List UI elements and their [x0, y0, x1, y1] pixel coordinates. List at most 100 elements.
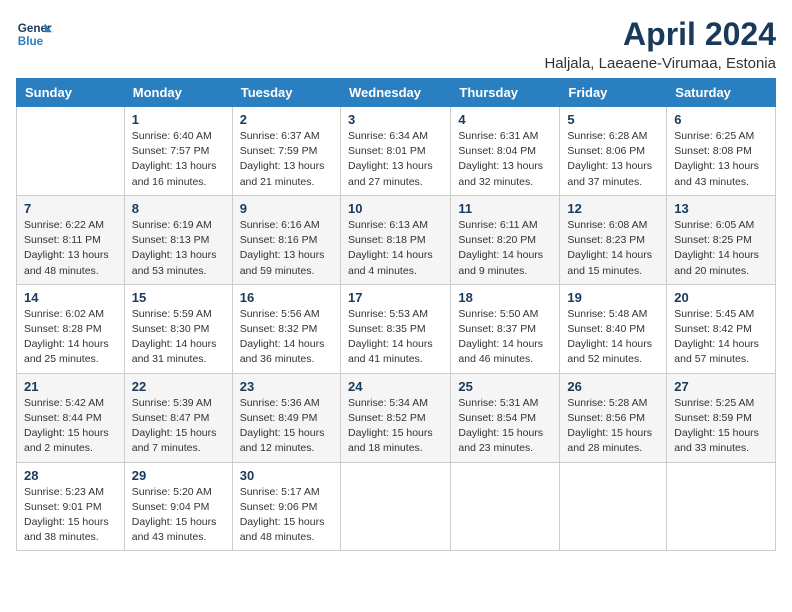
calendar-cell: 13 Sunrise: 6:05 AM Sunset: 8:25 PM Dayli… — [667, 195, 776, 284]
day-info: Sunrise: 5:23 AM Sunset: 9:01 PM Dayligh… — [24, 485, 117, 546]
column-header-wednesday: Wednesday — [340, 79, 450, 107]
day-info: Sunrise: 5:50 AM Sunset: 8:37 PM Dayligh… — [458, 307, 552, 368]
day-number: 17 — [348, 290, 443, 305]
calendar-cell: 22 Sunrise: 5:39 AM Sunset: 8:47 PM Dayli… — [124, 373, 232, 462]
calendar-cell: 25 Sunrise: 5:31 AM Sunset: 8:54 PM Dayli… — [451, 373, 560, 462]
day-number: 23 — [240, 379, 333, 394]
day-info: Sunrise: 6:19 AM Sunset: 8:13 PM Dayligh… — [132, 218, 225, 279]
calendar-cell: 7 Sunrise: 6:22 AM Sunset: 8:11 PM Daylig… — [17, 195, 125, 284]
day-info: Sunrise: 6:08 AM Sunset: 8:23 PM Dayligh… — [567, 218, 659, 279]
day-info: Sunrise: 5:56 AM Sunset: 8:32 PM Dayligh… — [240, 307, 333, 368]
calendar-cell: 19 Sunrise: 5:48 AM Sunset: 8:40 PM Dayli… — [560, 284, 667, 373]
svg-text:Blue: Blue — [18, 35, 44, 48]
calendar-cell — [451, 462, 560, 551]
day-number: 21 — [24, 379, 117, 394]
day-info: Sunrise: 6:37 AM Sunset: 7:59 PM Dayligh… — [240, 129, 333, 190]
day-number: 14 — [24, 290, 117, 305]
day-number: 7 — [24, 201, 117, 216]
day-number: 18 — [458, 290, 552, 305]
calendar-cell: 28 Sunrise: 5:23 AM Sunset: 9:01 PM Dayli… — [17, 462, 125, 551]
column-header-sunday: Sunday — [17, 79, 125, 107]
day-info: Sunrise: 5:34 AM Sunset: 8:52 PM Dayligh… — [348, 396, 443, 457]
calendar-cell: 5 Sunrise: 6:28 AM Sunset: 8:06 PM Daylig… — [560, 107, 667, 196]
day-info: Sunrise: 6:02 AM Sunset: 8:28 PM Dayligh… — [24, 307, 117, 368]
day-info: Sunrise: 6:11 AM Sunset: 8:20 PM Dayligh… — [458, 218, 552, 279]
day-info: Sunrise: 6:28 AM Sunset: 8:06 PM Dayligh… — [567, 129, 659, 190]
day-info: Sunrise: 6:05 AM Sunset: 8:25 PM Dayligh… — [674, 218, 768, 279]
day-info: Sunrise: 6:40 AM Sunset: 7:57 PM Dayligh… — [132, 129, 225, 190]
day-number: 24 — [348, 379, 443, 394]
day-info: Sunrise: 5:48 AM Sunset: 8:40 PM Dayligh… — [567, 307, 659, 368]
day-info: Sunrise: 6:13 AM Sunset: 8:18 PM Dayligh… — [348, 218, 443, 279]
calendar-cell: 17 Sunrise: 5:53 AM Sunset: 8:35 PM Dayli… — [340, 284, 450, 373]
calendar-cell — [667, 462, 776, 551]
calendar-cell: 30Sunrise: 5:17 AM Sunset: 9:06 PM Dayli… — [232, 462, 340, 551]
column-header-friday: Friday — [560, 79, 667, 107]
day-number: 29 — [132, 468, 225, 483]
day-number: 26 — [567, 379, 659, 394]
day-number: 27 — [674, 379, 768, 394]
calendar-cell: 1 Sunrise: 6:40 AM Sunset: 7:57 PM Daylig… — [124, 107, 232, 196]
calendar-cell: 4 Sunrise: 6:31 AM Sunset: 8:04 PM Daylig… — [451, 107, 560, 196]
day-number: 16 — [240, 290, 333, 305]
calendar-cell: 11 Sunrise: 6:11 AM Sunset: 8:20 PM Dayli… — [451, 195, 560, 284]
day-info: Sunrise: 6:16 AM Sunset: 8:16 PM Dayligh… — [240, 218, 333, 279]
calendar-cell: 20 Sunrise: 5:45 AM Sunset: 8:42 PM Dayli… — [667, 284, 776, 373]
day-number: 2 — [240, 112, 333, 127]
day-info: Sunrise: 5:39 AM Sunset: 8:47 PM Dayligh… — [132, 396, 225, 457]
calendar-cell — [17, 107, 125, 196]
day-number: 12 — [567, 201, 659, 216]
calendar-cell: 23 Sunrise: 5:36 AM Sunset: 8:49 PM Dayli… — [232, 373, 340, 462]
calendar-cell: 27 Sunrise: 5:25 AM Sunset: 8:59 PM Dayli… — [667, 373, 776, 462]
calendar-cell — [340, 462, 450, 551]
calendar-table: SundayMondayTuesdayWednesdayThursdayFrid… — [16, 78, 776, 551]
column-header-monday: Monday — [124, 79, 232, 107]
day-number: 30 — [240, 468, 333, 483]
day-number: 19 — [567, 290, 659, 305]
day-info: Sunrise: 5:31 AM Sunset: 8:54 PM Dayligh… — [458, 396, 552, 457]
day-info: Sunrise: 5:28 AM Sunset: 8:56 PM Dayligh… — [567, 396, 659, 457]
day-number: 10 — [348, 201, 443, 216]
day-number: 3 — [348, 112, 443, 127]
calendar-cell: 10 Sunrise: 6:13 AM Sunset: 8:18 PM Dayli… — [340, 195, 450, 284]
day-number: 22 — [132, 379, 225, 394]
day-info: Sunrise: 5:45 AM Sunset: 8:42 PM Dayligh… — [674, 307, 768, 368]
logo: General Blue — [16, 16, 52, 52]
calendar-cell: 14 Sunrise: 6:02 AM Sunset: 8:28 PM Dayli… — [17, 284, 125, 373]
day-number: 1 — [132, 112, 225, 127]
calendar-cell: 6 Sunrise: 6:25 AM Sunset: 8:08 PM Daylig… — [667, 107, 776, 196]
day-info: Sunrise: 6:25 AM Sunset: 8:08 PM Dayligh… — [674, 129, 768, 190]
calendar-subtitle: Haljala, Laeaene-Virumaa, Estonia — [544, 55, 776, 72]
day-number: 13 — [674, 201, 768, 216]
day-info: Sunrise: 5:53 AM Sunset: 8:35 PM Dayligh… — [348, 307, 443, 368]
day-info: Sunrise: 5:36 AM Sunset: 8:49 PM Dayligh… — [240, 396, 333, 457]
day-info: Sunrise: 6:22 AM Sunset: 8:11 PM Dayligh… — [24, 218, 117, 279]
day-info: Sunrise: 5:20 AM Sunset: 9:04 PM Dayligh… — [132, 485, 225, 546]
day-number: 15 — [132, 290, 225, 305]
calendar-cell: 15Sunrise: 5:59 AM Sunset: 8:30 PM Dayli… — [124, 284, 232, 373]
day-number: 5 — [567, 112, 659, 127]
calendar-cell: 21 Sunrise: 5:42 AM Sunset: 8:44 PM Dayli… — [17, 373, 125, 462]
day-info: Sunrise: 5:25 AM Sunset: 8:59 PM Dayligh… — [674, 396, 768, 457]
day-number: 6 — [674, 112, 768, 127]
column-header-tuesday: Tuesday — [232, 79, 340, 107]
calendar-cell: 9 Sunrise: 6:16 AM Sunset: 8:16 PM Daylig… — [232, 195, 340, 284]
day-number: 9 — [240, 201, 333, 216]
day-number: 11 — [458, 201, 552, 216]
day-number: 20 — [674, 290, 768, 305]
calendar-cell: 12 Sunrise: 6:08 AM Sunset: 8:23 PM Dayli… — [560, 195, 667, 284]
calendar-title: April 2024 — [544, 16, 776, 53]
calendar-cell: 3Sunrise: 6:34 AM Sunset: 8:01 PM Daylig… — [340, 107, 450, 196]
calendar-cell: 26 Sunrise: 5:28 AM Sunset: 8:56 PM Dayli… — [560, 373, 667, 462]
day-number: 28 — [24, 468, 117, 483]
day-number: 4 — [458, 112, 552, 127]
calendar-cell: 2 Sunrise: 6:37 AM Sunset: 7:59 PM Daylig… — [232, 107, 340, 196]
column-header-saturday: Saturday — [667, 79, 776, 107]
calendar-cell: 29 Sunrise: 5:20 AM Sunset: 9:04 PM Dayli… — [124, 462, 232, 551]
calendar-cell: 8Sunrise: 6:19 AM Sunset: 8:13 PM Daylig… — [124, 195, 232, 284]
calendar-cell — [560, 462, 667, 551]
day-number: 25 — [458, 379, 552, 394]
day-info: Sunrise: 5:42 AM Sunset: 8:44 PM Dayligh… — [24, 396, 117, 457]
day-info: Sunrise: 6:31 AM Sunset: 8:04 PM Dayligh… — [458, 129, 552, 190]
calendar-cell: 16 Sunrise: 5:56 AM Sunset: 8:32 PM Dayli… — [232, 284, 340, 373]
